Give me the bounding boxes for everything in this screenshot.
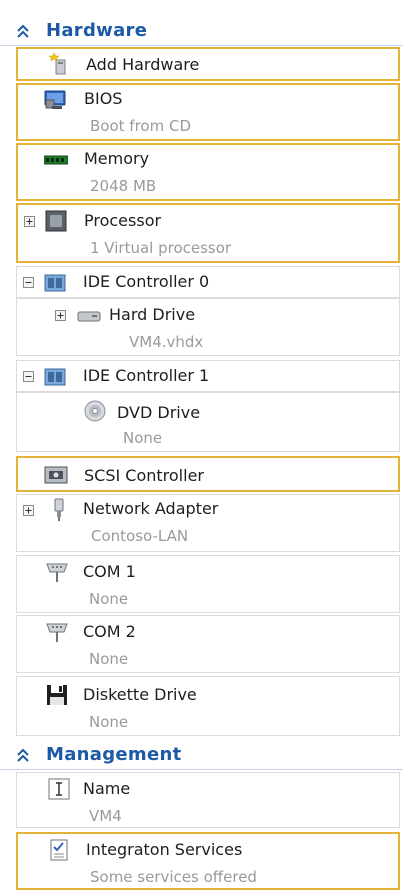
processor-item[interactable]: Processor 1 Virtual processor: [16, 203, 400, 263]
collapse-minus-icon[interactable]: [23, 277, 34, 288]
ide-controller-0-item[interactable]: IDE Controller 0: [16, 266, 400, 298]
network-adapter-icon: [54, 498, 64, 521]
com-2-value: None: [89, 650, 129, 668]
hard-drive-label: Hard Drive: [109, 305, 196, 324]
scsi-controller-label: SCSI Controller: [84, 466, 204, 485]
com-1-item[interactable]: COM 1 None: [16, 555, 400, 613]
processor-icon: [45, 210, 67, 232]
network-adapter-item[interactable]: Network Adapter Contoso-LAN: [16, 494, 400, 552]
hard-drive-item[interactable]: Hard Drive VM4.vhdx: [16, 298, 400, 356]
network-adapter-value: Contoso-LAN: [91, 527, 189, 545]
hardware-section-title: Hardware: [46, 20, 148, 41]
integration-services-label: Integraton Services: [86, 840, 243, 859]
dvd-drive-icon: [84, 400, 106, 422]
double-chevron-up-icon[interactable]: [14, 746, 32, 764]
expand-plus-icon[interactable]: [24, 216, 35, 227]
double-chevron-up-icon[interactable]: [14, 22, 32, 40]
name-label: Name: [83, 779, 131, 798]
com-1-value: None: [89, 590, 129, 608]
com-1-label: COM 1: [83, 562, 136, 581]
integration-services-value: Some services offered: [90, 868, 257, 886]
hard-drive-value: VM4.vhdx: [129, 333, 204, 351]
hard-drive-icon: [77, 311, 101, 322]
ide-controller-0-label: IDE Controller 0: [83, 272, 210, 291]
add-hardware-item[interactable]: Add Hardware: [16, 47, 400, 81]
integration-services-item[interactable]: Integraton Services Some services offere…: [16, 832, 400, 890]
memory-icon: [44, 155, 68, 165]
com-port-icon: [46, 563, 68, 582]
settings-tree: Hardware Add Hardware BIOS Boot from CD: [0, 0, 403, 896]
expand-plus-icon[interactable]: [23, 505, 34, 516]
integration-services-icon: [50, 839, 68, 861]
bios-value: Boot from CD: [90, 117, 191, 135]
ide-controller-icon: [44, 368, 66, 386]
memory-value: 2048 MB: [90, 177, 157, 195]
dvd-drive-label: DVD Drive: [117, 403, 201, 422]
ide-controller-icon: [44, 274, 66, 292]
memory-item[interactable]: Memory 2048 MB: [16, 143, 400, 201]
scsi-controller-item[interactable]: SCSI Controller: [16, 456, 400, 492]
diskette-icon: [47, 685, 67, 705]
expand-plus-icon[interactable]: [55, 310, 66, 321]
name-item[interactable]: Name VM4: [16, 772, 400, 828]
collapse-minus-icon[interactable]: [23, 371, 34, 382]
dvd-drive-value: None: [123, 429, 163, 447]
processor-value: 1 Virtual processor: [90, 239, 232, 257]
com-2-item[interactable]: COM 2 None: [16, 615, 400, 673]
ide-controller-1-item[interactable]: IDE Controller 1: [16, 360, 400, 392]
diskette-drive-value: None: [89, 713, 129, 731]
name-icon: [48, 778, 70, 800]
com-port-icon: [46, 623, 68, 642]
hardware-section-header[interactable]: Hardware: [0, 16, 403, 46]
processor-label: Processor: [84, 211, 162, 230]
management-section-title: Management: [46, 744, 182, 765]
diskette-drive-item[interactable]: Diskette Drive None: [16, 676, 400, 736]
bios-label: BIOS: [84, 89, 123, 108]
ide-controller-1-label: IDE Controller 1: [83, 366, 210, 385]
memory-label: Memory: [84, 149, 150, 168]
network-adapter-label: Network Adapter: [83, 499, 219, 518]
bios-item[interactable]: BIOS Boot from CD: [16, 83, 400, 141]
diskette-drive-label: Diskette Drive: [83, 685, 197, 704]
dvd-drive-item[interactable]: DVD Drive None: [16, 392, 400, 452]
name-value: VM4: [89, 807, 122, 825]
add-hardware-icon: [48, 53, 66, 75]
management-section-header[interactable]: Management: [0, 740, 403, 770]
add-hardware-label: Add Hardware: [86, 55, 200, 74]
com-2-label: COM 2: [83, 622, 136, 641]
bios-icon: [44, 90, 66, 109]
scsi-controller-icon: [44, 466, 68, 484]
